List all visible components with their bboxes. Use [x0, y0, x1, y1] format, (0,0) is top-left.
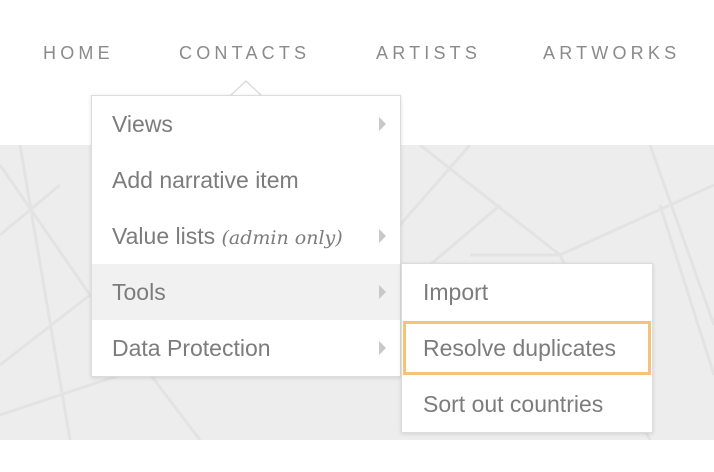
- menu-item-label: Data Protection: [112, 335, 271, 361]
- tools-submenu: Import Resolve duplicates Sort out count…: [401, 263, 653, 433]
- menu-item-value-lists[interactable]: Value lists (admin only): [92, 208, 400, 264]
- submenu-item-resolve-duplicates[interactable]: Resolve duplicates: [402, 320, 652, 376]
- submenu-item-sort-out-countries[interactable]: Sort out countries: [402, 376, 652, 432]
- admin-only-note: (admin only): [221, 227, 343, 249]
- chevron-right-icon: [379, 117, 386, 131]
- menu-item-label: Tools: [112, 279, 166, 305]
- chevron-right-icon: [379, 341, 386, 355]
- submenu-item-import[interactable]: Import: [402, 264, 652, 320]
- submenu-item-label: Resolve duplicates: [423, 335, 617, 361]
- menu-item-data-protection[interactable]: Data Protection: [92, 320, 400, 376]
- menu-item-label: Add narrative item: [112, 167, 299, 193]
- chevron-right-icon: [379, 285, 386, 299]
- menu-item-tools[interactable]: Tools: [92, 264, 400, 320]
- nav-home[interactable]: HOME: [43, 43, 114, 64]
- menu-item-views[interactable]: Views: [92, 96, 400, 152]
- chevron-right-icon: [379, 229, 386, 243]
- submenu-item-label: Import: [423, 279, 489, 305]
- nav-artworks[interactable]: ARTWORKS: [543, 43, 680, 64]
- page-body: [0, 440, 714, 472]
- submenu-item-label: Sort out countries: [423, 391, 604, 417]
- menu-item-add-narrative-item[interactable]: Add narrative item: [92, 152, 400, 208]
- menu-item-label: Value lists: [112, 223, 216, 249]
- menu-item-label: Views: [112, 111, 173, 137]
- nav-contacts[interactable]: CONTACTS: [179, 43, 310, 64]
- nav-artists[interactable]: ARTISTS: [376, 43, 481, 64]
- contacts-dropdown-menu: Views Add narrative item Value lists (ad…: [91, 95, 401, 377]
